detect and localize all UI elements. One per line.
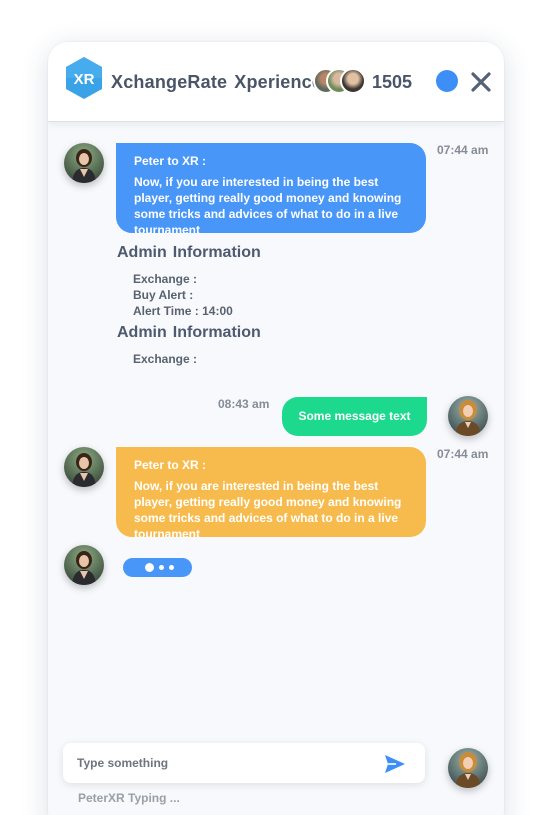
- avatar[interactable]: [64, 545, 104, 585]
- message-text: Some message text: [298, 409, 411, 423]
- avatar[interactable]: [448, 748, 488, 788]
- app-title-word-1: XchangeRate: [111, 72, 228, 92]
- typing-dot: [159, 565, 164, 570]
- message-bubble-incoming: Peter to XR : Now, if you are interested…: [116, 143, 426, 237]
- chat-header: XR XchangeRate Xperience 1505: [48, 42, 504, 122]
- admin-info-title-word-2: Information: [172, 324, 261, 341]
- message-sender: Peter to XR :: [134, 154, 207, 168]
- message-text: Now, if you are interested in being the …: [134, 175, 402, 237]
- admin-info-title-word-1: Admin: [117, 244, 167, 261]
- message-time: 07:44 am: [437, 143, 489, 157]
- svg-text:XR: XR: [74, 71, 95, 88]
- participant-avatar-3: [340, 68, 366, 94]
- app-title: XchangeRate Xperience: [111, 72, 322, 93]
- message-time: 07:44 am: [437, 447, 489, 461]
- typing-status: PeterXR Typing ...: [78, 791, 180, 805]
- typing-dot: [169, 565, 174, 570]
- message-input[interactable]: [77, 753, 367, 773]
- participant-count: 1505: [372, 72, 413, 92]
- admin-info-title: Admin Information: [117, 324, 261, 342]
- avatar[interactable]: [448, 396, 488, 436]
- admin-info-line: Exchange :: [133, 352, 198, 366]
- admin-info-line: Alert Time : 14:00: [133, 304, 233, 318]
- message-bubble-incoming: Peter to XR : Now, if you are interested…: [116, 447, 426, 541]
- send-icon[interactable]: [383, 752, 407, 776]
- close-icon[interactable]: [469, 70, 493, 94]
- message-sender: Peter to XR :: [134, 458, 207, 472]
- message-text: Now, if you are interested in being the …: [134, 479, 402, 541]
- avatar[interactable]: [64, 447, 104, 487]
- admin-info-title-word-2: Information: [172, 244, 261, 261]
- participant-avatars[interactable]: [313, 68, 367, 94]
- typing-dot: [145, 563, 154, 572]
- message-time: 08:43 am: [218, 397, 270, 411]
- message-bubble-outgoing: Some message text: [282, 397, 427, 436]
- typing-indicator: [123, 558, 192, 577]
- admin-info-title: Admin Information: [117, 244, 261, 262]
- admin-info-line: Exchange :: [133, 272, 198, 286]
- status-dot[interactable]: [436, 70, 458, 92]
- avatar[interactable]: [64, 143, 104, 183]
- message-composer: [63, 743, 425, 783]
- chat-window: XR XchangeRate Xperience 1505 Peter to XR…: [48, 42, 504, 815]
- admin-info-title-word-1: Admin: [117, 324, 167, 341]
- app-title-word-2: Xperience: [234, 72, 323, 92]
- xr-logo-icon: XR: [65, 56, 103, 100]
- admin-info-line: Buy Alert :: [133, 288, 194, 302]
